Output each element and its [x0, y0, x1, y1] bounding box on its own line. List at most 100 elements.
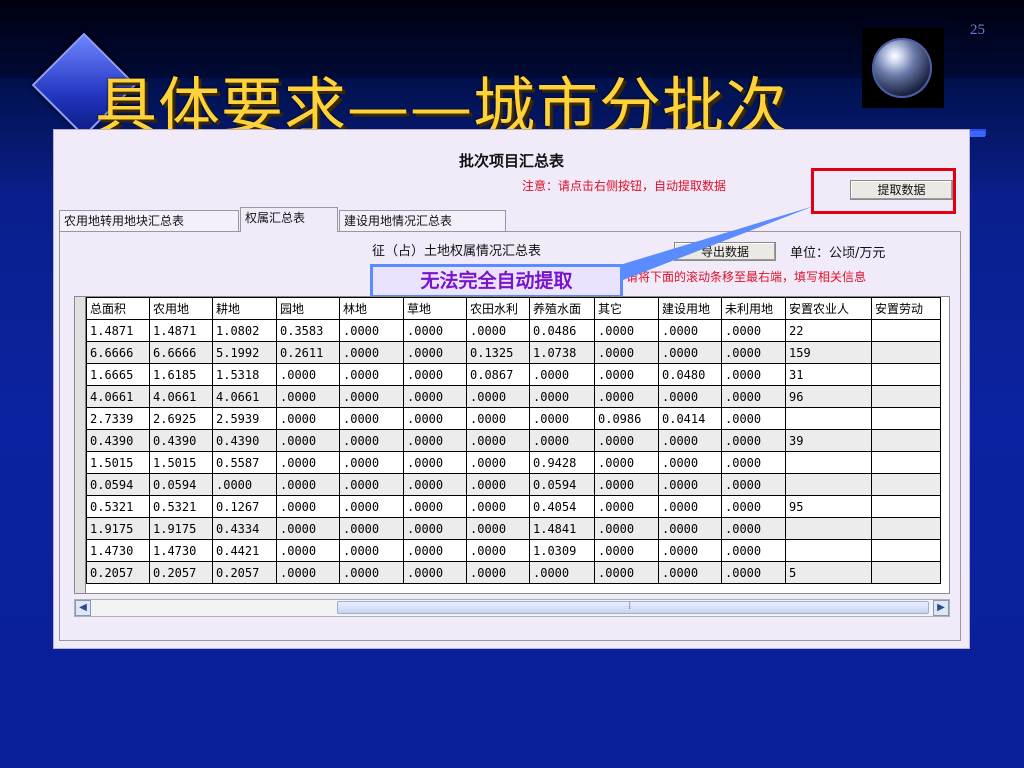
grid-cell[interactable]: 6.6666: [149, 341, 213, 364]
grid-cell[interactable]: [871, 561, 941, 584]
grid-cell[interactable]: .0000: [594, 385, 659, 408]
grid-cell[interactable]: .0000: [466, 429, 530, 452]
grid-cell[interactable]: .0000: [466, 319, 530, 342]
grid-cell[interactable]: .0000: [721, 561, 786, 584]
grid-cell[interactable]: 0.2057: [149, 561, 213, 584]
grid-cell[interactable]: .0000: [594, 473, 659, 496]
grid-cell[interactable]: .0000: [594, 495, 659, 518]
grid-cell[interactable]: .0000: [276, 429, 340, 452]
column-header[interactable]: 安置劳动: [871, 297, 941, 320]
grid-cell[interactable]: .0000: [594, 341, 659, 364]
table-row[interactable]: 6.6666 6.6666 5.1992 0.2611.0000.0000 0.1325…: [86, 341, 941, 364]
tab-construction-land[interactable]: 建设用地情况汇总表: [339, 210, 506, 231]
grid-cell[interactable]: 0.0414: [658, 407, 722, 430]
grid-cell[interactable]: .0000: [658, 319, 722, 342]
column-header[interactable]: 农用地: [149, 297, 213, 320]
grid-cell[interactable]: .0000: [466, 517, 530, 540]
grid-cell[interactable]: .0000: [339, 385, 404, 408]
grid-cell[interactable]: 0.0594: [149, 473, 213, 496]
grid-cell[interactable]: [871, 473, 941, 496]
grid-cell[interactable]: .0000: [339, 473, 404, 496]
grid-cell[interactable]: .0000: [721, 539, 786, 562]
grid-cell[interactable]: 0.4421: [212, 539, 277, 562]
grid-cell[interactable]: .0000: [658, 517, 722, 540]
table-row[interactable]: 0.4390 0.4390 0.4390.0000.0000.0000.0000.0…: [86, 429, 941, 452]
grid-cell[interactable]: 1.5015: [149, 451, 213, 474]
grid-cell[interactable]: .0000: [403, 429, 467, 452]
grid-cell[interactable]: .0000: [276, 561, 340, 584]
grid-cell[interactable]: .0000: [339, 561, 404, 584]
grid-cell[interactable]: 1.4841: [529, 517, 595, 540]
grid-cell[interactable]: 0.1267: [212, 495, 277, 518]
grid-cell[interactable]: .0000: [276, 473, 340, 496]
column-header[interactable]: 未利用地: [721, 297, 786, 320]
grid-cell[interactable]: .0000: [276, 539, 340, 562]
grid-cell[interactable]: 0.4334: [212, 517, 277, 540]
grid-cell[interactable]: .0000: [721, 451, 786, 474]
grid-cell[interactable]: 1.0738: [529, 341, 595, 364]
grid-cell[interactable]: .0000: [339, 407, 404, 430]
grid-cell[interactable]: .0000: [529, 561, 595, 584]
grid-cell[interactable]: 5: [785, 561, 872, 584]
tab-ownership-summary[interactable]: 权属汇总表: [240, 207, 338, 232]
grid-cell[interactable]: 2.5939: [212, 407, 277, 430]
grid-cell[interactable]: .0000: [529, 407, 595, 430]
grid-cell[interactable]: 0.2611: [276, 341, 340, 364]
grid-cell[interactable]: [785, 407, 872, 430]
grid-cell[interactable]: .0000: [276, 495, 340, 518]
grid-cell[interactable]: .0000: [403, 319, 467, 342]
grid-cell[interactable]: .0000: [403, 407, 467, 430]
grid-cell[interactable]: .0000: [594, 429, 659, 452]
grid-cell[interactable]: .0000: [276, 363, 340, 386]
grid-cell[interactable]: 96: [785, 385, 872, 408]
grid-cell[interactable]: [785, 517, 872, 540]
grid-cell[interactable]: .0000: [403, 539, 467, 562]
grid-cell[interactable]: .0000: [721, 473, 786, 496]
scroll-thumb[interactable]: ⁞: [337, 601, 929, 614]
grid-cell[interactable]: 4.0661: [86, 385, 150, 408]
table-row[interactable]: 0.2057 0.2057 0.2057.0000.0000.0000.0000.0…: [86, 561, 941, 584]
grid-cell[interactable]: 31: [785, 363, 872, 386]
grid-cell[interactable]: 0.1325: [466, 341, 530, 364]
grid-cell[interactable]: .0000: [721, 363, 786, 386]
grid-cell[interactable]: .0000: [466, 561, 530, 584]
grid-cell[interactable]: .0000: [658, 451, 722, 474]
column-header[interactable]: 总面积: [86, 297, 150, 320]
grid-cell[interactable]: .0000: [721, 407, 786, 430]
grid-cell[interactable]: 0.5321: [86, 495, 150, 518]
grid-cell[interactable]: 95: [785, 495, 872, 518]
grid-cell[interactable]: 2.7339: [86, 407, 150, 430]
grid-cell[interactable]: .0000: [339, 341, 404, 364]
horizontal-scrollbar[interactable]: ◀ ⁞ ▶: [74, 599, 950, 617]
table-row[interactable]: 1.6665 1.6185 1.5318.0000.0000.0000 0.0867.…: [86, 363, 941, 386]
grid-cell[interactable]: [871, 517, 941, 540]
grid-cell[interactable]: .0000: [339, 495, 404, 518]
grid-cell[interactable]: .0000: [658, 495, 722, 518]
grid-cell[interactable]: .0000: [721, 385, 786, 408]
grid-cell[interactable]: .0000: [212, 473, 277, 496]
grid-cell[interactable]: .0000: [466, 539, 530, 562]
grid-cell[interactable]: .0000: [721, 495, 786, 518]
column-header[interactable]: 养殖水面: [529, 297, 595, 320]
grid-cell[interactable]: .0000: [594, 363, 659, 386]
grid-cell[interactable]: 0.0594: [86, 473, 150, 496]
tab-farmland-transfer[interactable]: 农用地转用地块汇总表: [59, 210, 239, 231]
grid-cell[interactable]: .0000: [339, 363, 404, 386]
scroll-left-icon[interactable]: ◀: [75, 600, 91, 616]
grid-cell[interactable]: .0000: [403, 561, 467, 584]
table-row[interactable]: 2.7339 2.6925 2.5939.0000.0000.0000.0000.0…: [86, 407, 941, 430]
grid-cell[interactable]: .0000: [466, 473, 530, 496]
grid-cell[interactable]: .0000: [466, 407, 530, 430]
grid-cell[interactable]: .0000: [403, 363, 467, 386]
grid-cell[interactable]: 39: [785, 429, 872, 452]
grid-cell[interactable]: .0000: [529, 363, 595, 386]
column-header[interactable]: 耕地: [212, 297, 277, 320]
export-data-button[interactable]: 导出数据: [674, 242, 776, 261]
grid-cell[interactable]: 0.0986: [594, 407, 659, 430]
grid-cell[interactable]: .0000: [594, 517, 659, 540]
grid-cell[interactable]: 1.0309: [529, 539, 595, 562]
grid-cell[interactable]: [785, 451, 872, 474]
grid-cell[interactable]: [871, 363, 941, 386]
table-row[interactable]: 1.9175 1.9175 0.4334.0000.0000.0000.0000 1.…: [86, 517, 941, 540]
grid-cell[interactable]: .0000: [403, 495, 467, 518]
